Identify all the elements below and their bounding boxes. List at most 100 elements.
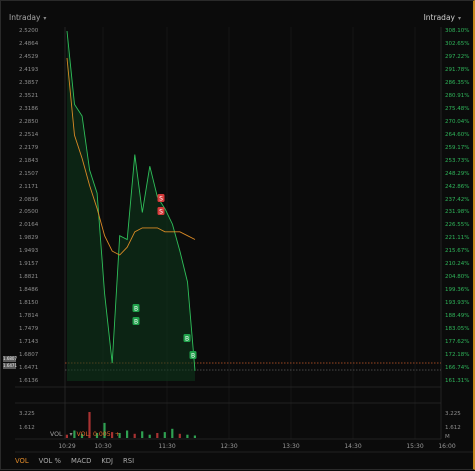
time-tick: 12:30 xyxy=(220,443,238,450)
percent-tick-right: 264.60% xyxy=(445,131,470,138)
percent-tick-right: 161.31% xyxy=(445,378,470,384)
percent-tick-right: 291.78% xyxy=(445,66,470,73)
percent-tick-right: 275.48% xyxy=(445,105,470,112)
percent-tick-right: 215.67% xyxy=(445,248,470,255)
tab-vol[interactable]: VOL xyxy=(15,457,29,465)
percent-tick-right: 231.98% xyxy=(445,209,470,216)
chart-window: { "header": { "left_label": "Intraday", … xyxy=(0,0,475,470)
buy-marker[interactable]: B xyxy=(132,317,140,325)
sell-marker[interactable]: S xyxy=(157,194,165,202)
price-tick-left: 1.9829 xyxy=(19,235,39,242)
tab-kdj[interactable]: KDJ xyxy=(101,457,113,465)
marker-label: B xyxy=(134,305,138,312)
price-tick-left: 2.4193 xyxy=(19,66,39,73)
percent-tick-right: 237.42% xyxy=(445,196,470,203)
volume-name: VOL xyxy=(50,431,63,438)
price-tick-left: 2.4864 xyxy=(19,40,39,47)
buy-marker[interactable]: B xyxy=(183,334,191,342)
price-tick-left: 1.7143 xyxy=(19,339,39,346)
price-tick-left: 2.0500 xyxy=(19,209,39,216)
time-tick: 10:29 xyxy=(58,443,76,450)
price-tick-left: 1.7479 xyxy=(19,326,39,333)
price-tick-left: 1.6807 xyxy=(19,352,39,359)
percent-tick-right: 221.11% xyxy=(445,235,470,242)
volume-bar xyxy=(186,434,189,438)
volume-bar xyxy=(156,433,159,438)
percent-tick-right: 259.17% xyxy=(445,144,470,151)
price-tick-left: 2.2850 xyxy=(19,118,39,125)
price-tick-left: 2.4529 xyxy=(19,53,39,60)
percent-tick-right: 248.29% xyxy=(445,170,470,177)
volume-value: VOL: 0.005 xyxy=(76,431,111,438)
percent-tick-right: 308.10% xyxy=(445,28,470,34)
marker-label: S xyxy=(159,208,163,215)
price-tick-left: 2.5200 xyxy=(19,28,39,34)
percent-tick-right: 172.18% xyxy=(445,352,470,359)
chevron-down-icon[interactable]: ▾ xyxy=(69,431,72,438)
tab-rsi[interactable]: RSI xyxy=(123,457,134,465)
percent-tick-right: 226.55% xyxy=(445,222,470,229)
volume-tick-right: 1.612 xyxy=(445,425,461,431)
volume-tick-right: 3.225 xyxy=(445,411,461,417)
volume-bar xyxy=(193,435,196,438)
volume-bar xyxy=(141,431,144,438)
sell-marker[interactable]: S xyxy=(157,207,165,215)
volume-legend: VOL ▾ VOL: 0.005 + xyxy=(50,431,120,438)
volume-tick-left: 1.612 xyxy=(19,425,35,431)
time-tick: 13:30 xyxy=(282,443,300,450)
percent-tick-right: 253.73% xyxy=(445,157,470,164)
percent-tick-right: 204.80% xyxy=(445,274,470,281)
percent-tick-right: 286.35% xyxy=(445,79,470,86)
price-tick-left: 2.1171 xyxy=(19,183,39,190)
price-tick-left: 1.9493 xyxy=(19,248,39,255)
volume-bar xyxy=(163,432,166,438)
price-tick-left: 1.6136 xyxy=(19,378,39,384)
percent-tick-right: 177.62% xyxy=(445,339,470,346)
price-tick-left: 2.3186 xyxy=(19,105,39,112)
price-tag-lower: 1.6471 xyxy=(3,363,17,369)
percent-tick-right: 210.24% xyxy=(445,261,470,268)
volume-bar xyxy=(133,433,136,438)
intraday-chart[interactable]: SSBBBB xyxy=(1,1,475,471)
price-area-fill xyxy=(67,31,195,381)
buy-marker[interactable]: B xyxy=(132,304,140,312)
add-icon[interactable]: + xyxy=(115,431,120,438)
time-tick: 16:00 xyxy=(438,443,456,450)
volume-bar xyxy=(126,430,129,438)
volume-bar xyxy=(178,433,181,438)
time-tick: 11:30 xyxy=(158,443,176,450)
price-tag-upper: 1.6807 xyxy=(3,356,17,362)
price-tick-left: 2.2179 xyxy=(19,144,39,151)
indicator-tabs: VOL VOL % MACD KDJ RSI xyxy=(15,457,134,465)
percent-tick-right: 302.65% xyxy=(445,40,470,47)
percent-tick-right: 270.04% xyxy=(445,118,470,125)
volume-bar xyxy=(148,434,151,438)
percent-tick-right: 242.86% xyxy=(445,183,470,190)
price-tick-left: 2.3521 xyxy=(19,92,39,99)
marker-label: S xyxy=(159,195,163,202)
price-tick-left: 1.9157 xyxy=(19,261,39,268)
percent-tick-right: 280.91% xyxy=(445,92,470,99)
time-tick: 14:30 xyxy=(344,443,362,450)
buy-marker[interactable]: B xyxy=(189,351,197,359)
price-tick-left: 2.2514 xyxy=(19,131,39,138)
price-tick-left: 2.0836 xyxy=(19,196,39,203)
price-tick-left: 1.8821 xyxy=(19,274,39,281)
percent-tick-right: 193.93% xyxy=(445,300,470,307)
price-tick-left: 1.6471 xyxy=(19,365,39,372)
marker-label: B xyxy=(185,335,189,342)
price-tick-left: 1.7814 xyxy=(19,313,39,320)
percent-tick-right: 188.49% xyxy=(445,313,470,320)
price-tick-left: 2.0164 xyxy=(19,222,39,229)
tab-vol-percent[interactable]: VOL % xyxy=(39,457,61,465)
time-tick: 15:30 xyxy=(406,443,424,450)
price-tick-left: 1.8150 xyxy=(19,300,39,307)
price-tick-left: 2.3857 xyxy=(19,79,39,86)
percent-tick-right: 183.05% xyxy=(445,326,470,333)
price-tick-left: 1.8486 xyxy=(19,287,39,294)
percent-tick-right: 166.74% xyxy=(445,365,470,372)
volume-unit: M xyxy=(445,434,450,440)
volume-bar xyxy=(171,428,174,438)
price-tick-left: 2.1843 xyxy=(19,157,39,164)
tab-macd[interactable]: MACD xyxy=(71,457,91,465)
